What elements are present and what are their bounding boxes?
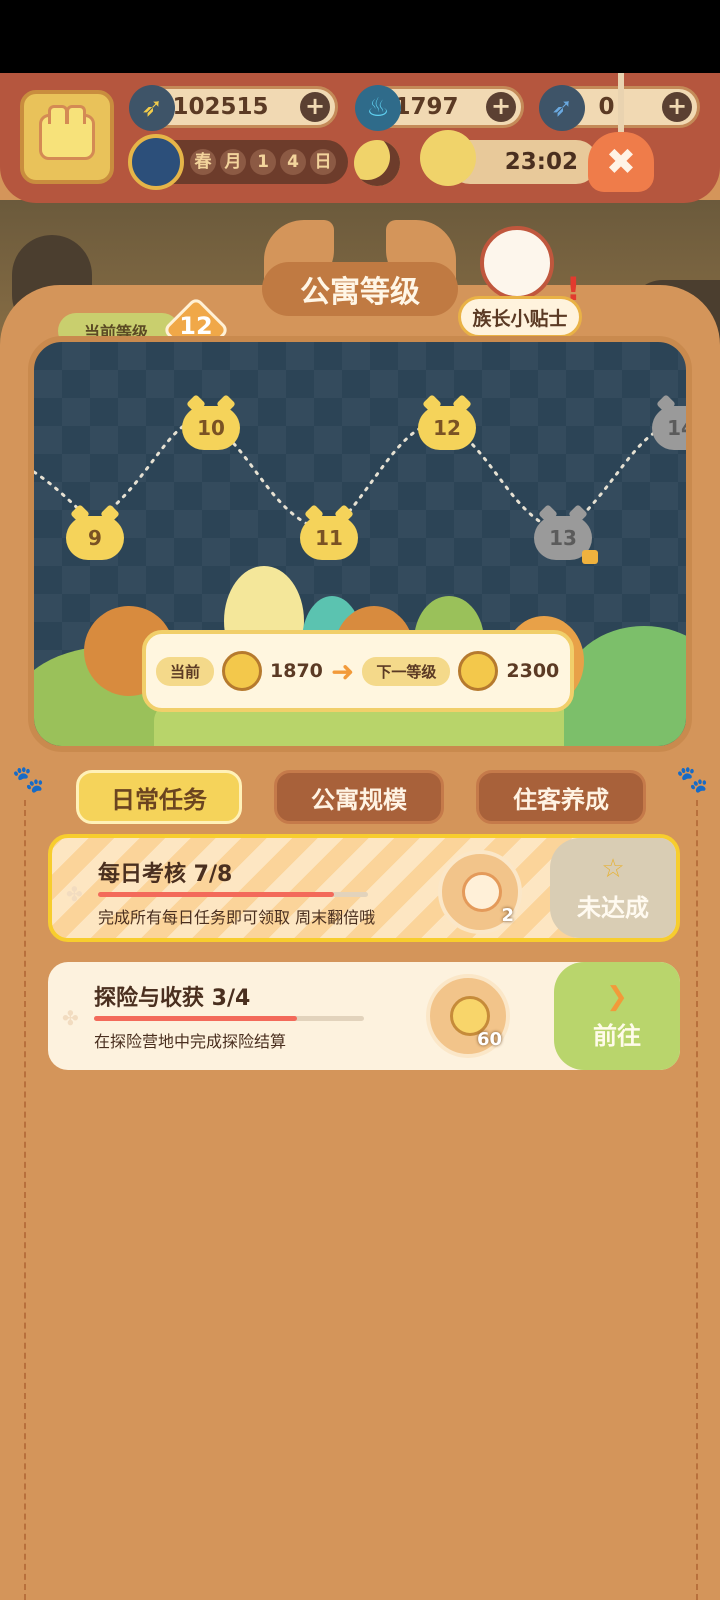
task-card-daily-review: ✤ 每日考核 7/8 完成所有每日任务即可领取 周末翻倍哦 2 ☆ 未达成	[48, 834, 680, 942]
season-char: 春	[190, 149, 216, 175]
paw-key-icon	[462, 872, 502, 912]
task-progress-track	[98, 892, 368, 897]
reward-item: 2	[438, 850, 522, 934]
chief-tips-button[interactable]: 族长小贴士	[458, 296, 582, 338]
node-label: 12	[433, 416, 461, 440]
fish-resource: ➶ 0 +	[539, 85, 700, 131]
task-progress-fill	[98, 892, 335, 897]
level-node-14[interactable]: 14	[652, 406, 686, 450]
add-banana-button[interactable]: +	[300, 92, 330, 122]
chicken-icon	[420, 130, 476, 186]
arrow-right-icon: ❯	[606, 981, 628, 1012]
tab-daily-tasks[interactable]: 日常任务	[76, 770, 242, 824]
add-fish-button[interactable]: +	[662, 92, 692, 122]
status-label: 未达成	[577, 893, 649, 922]
rope-decoration	[618, 73, 624, 135]
task-title: 每日考核 7/8	[98, 862, 233, 887]
banana-icon: ➶	[129, 85, 175, 131]
paw-icon: 🐾	[12, 765, 45, 795]
close-button[interactable]: ✖	[588, 132, 654, 192]
clock-icon	[128, 134, 184, 190]
flame-resource: ♨ 1797 +	[355, 85, 524, 131]
node-label: 10	[197, 416, 225, 440]
panel-title: 公寓等级	[262, 262, 458, 316]
task-title: 探险与收获 3/4	[94, 986, 251, 1011]
sun-coin-icon	[222, 651, 263, 691]
banana-resource: ➶ 102515 +	[129, 85, 338, 131]
node-label: 14	[667, 416, 686, 440]
moon-icon	[354, 140, 400, 186]
task-progress-fill	[94, 1016, 297, 1021]
paw-icon: 🐾	[676, 765, 709, 795]
star-outline-icon: ☆	[601, 853, 625, 884]
next-level-label: 下一等级	[362, 656, 451, 686]
current-xp-label: 当前	[156, 656, 215, 686]
current-xp-value: 1870	[270, 660, 323, 682]
close-icon: ✖	[605, 141, 637, 183]
task-card-explore-harvest: ✤ 探险与收获 3/4 在探险营地中完成探险结算 60 ❯ 前往	[48, 962, 680, 1070]
add-flame-button[interactable]: +	[486, 92, 516, 122]
chief-avatar-icon[interactable]	[480, 226, 554, 300]
level-node-12[interactable]: 12	[418, 406, 476, 450]
clover-icon: ✤	[66, 882, 83, 906]
month-char: 月	[220, 149, 246, 175]
status-label: 前往	[593, 1021, 641, 1050]
player-avatar[interactable]	[20, 90, 114, 184]
task-progress-track	[94, 1016, 364, 1021]
sun-coin-icon	[458, 651, 499, 691]
clover-icon: ✤	[62, 1006, 79, 1030]
reward-item: 60	[426, 974, 510, 1058]
tab-apartment-scale[interactable]: 公寓规模	[274, 770, 444, 824]
claim-button-incomplete[interactable]: ☆ 未达成	[550, 838, 676, 938]
blue-flame-icon: ♨	[355, 85, 401, 131]
day-digit-1: 1	[250, 149, 276, 175]
day-char: 日	[310, 149, 336, 175]
reward-count: 2	[501, 905, 514, 926]
fish-icon: ➶	[539, 85, 585, 131]
task-description: 完成所有每日任务即可领取 周末翻倍哦	[98, 908, 376, 927]
time-text: 23:02	[504, 149, 578, 175]
task-description: 在探险营地中完成探险结算	[94, 1032, 287, 1051]
day-digit-2: 4	[280, 149, 306, 175]
dashed-border-right	[696, 800, 698, 1600]
xp-progress-box: 当前 1870 ➜ 下一等级 2300	[142, 630, 574, 712]
reward-count: 60	[476, 1029, 502, 1050]
cat-face-icon	[39, 105, 95, 160]
next-xp-value: 2300	[506, 660, 560, 682]
level-node-10[interactable]: 10	[182, 406, 240, 450]
tab-tenant-growth[interactable]: 住客养成	[476, 770, 646, 824]
arrow-right-icon: ➜	[330, 654, 355, 688]
dashed-border-left	[24, 800, 26, 1600]
go-button[interactable]: ❯ 前往	[554, 962, 680, 1070]
status-bar	[0, 0, 720, 73]
